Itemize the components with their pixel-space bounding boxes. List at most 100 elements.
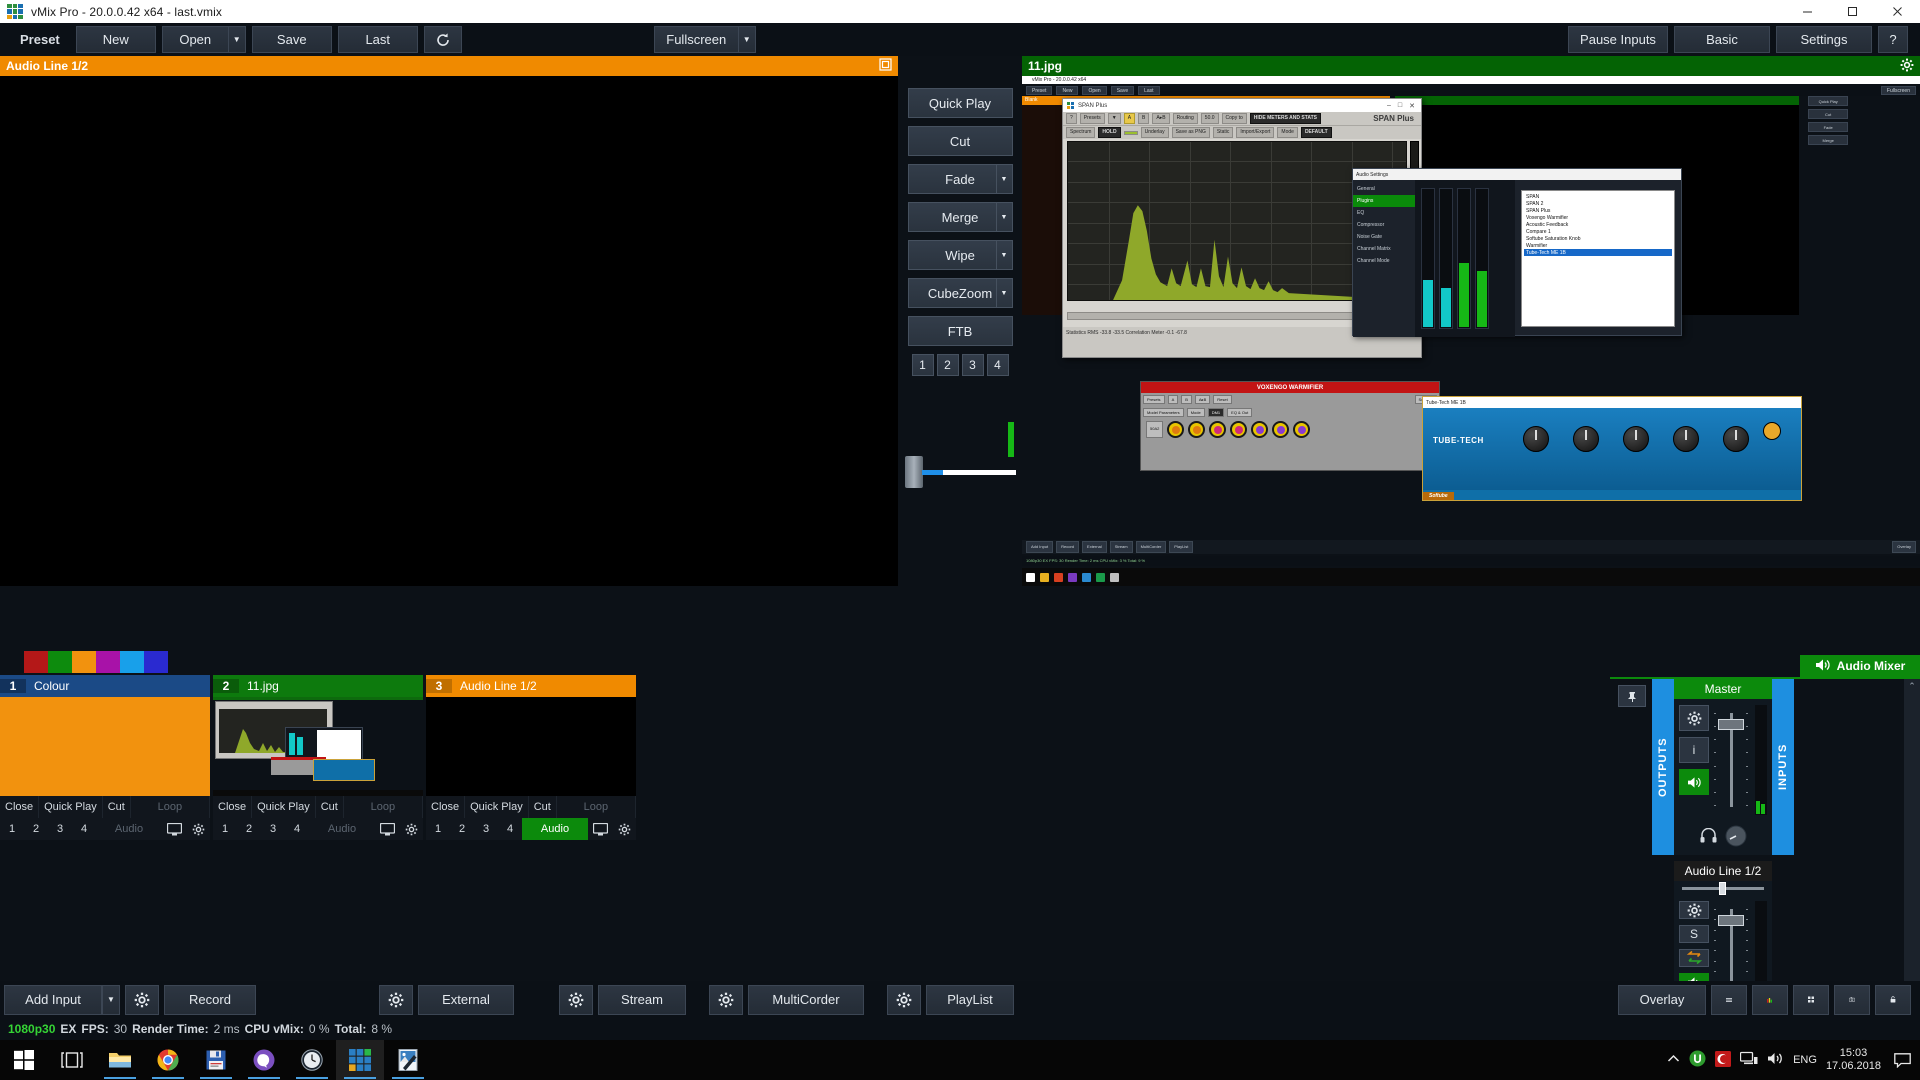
input-3-settings-icon[interactable] <box>612 818 636 840</box>
input-3-quick-play[interactable]: Quick Play <box>465 796 529 818</box>
swatch-navy[interactable] <box>144 651 168 673</box>
add-input-button[interactable]: Add Input <box>4 984 102 1015</box>
close-icon[interactable] <box>1875 0 1920 23</box>
list-icon[interactable] <box>1711 984 1747 1015</box>
input-2-quick-play[interactable]: Quick Play <box>252 796 316 818</box>
fullscreen-button[interactable]: Fullscreen <box>653 26 738 53</box>
program-video[interactable]: vMix Pro - 20.0.0.42 x64 Preset New Open… <box>1022 76 1920 586</box>
audio-meter-icon[interactable] <box>1752 984 1788 1015</box>
action-center-icon[interactable] <box>1890 1040 1914 1080</box>
input-3-overlay-3[interactable]: 3 <box>474 818 498 840</box>
record-button[interactable]: Record <box>164 984 256 1015</box>
pause-inputs-button[interactable]: Pause Inputs <box>1568 26 1668 53</box>
lock-icon[interactable] <box>1875 984 1911 1015</box>
fullscreen-preview-icon[interactable] <box>879 58 892 74</box>
show-hidden-icon[interactable] <box>1667 1054 1680 1066</box>
input-2-overlay-4[interactable]: 4 <box>285 818 309 840</box>
record-settings-gear-icon[interactable] <box>125 984 159 1015</box>
fullscreen-dropdown-caret-icon[interactable]: ▼ <box>737 26 756 53</box>
input-1-loop[interactable]: Loop <box>131 796 210 818</box>
input-1-settings-icon[interactable] <box>186 818 210 840</box>
inputs-rail[interactable]: INPUTS <box>1772 679 1794 855</box>
camera-icon[interactable] <box>1834 984 1870 1015</box>
save-button[interactable]: Save <box>251 26 332 53</box>
language-indicator[interactable]: ENG <box>1793 1054 1817 1066</box>
input-3-close[interactable]: Close <box>426 796 466 818</box>
settings-button[interactable]: Settings <box>1776 26 1872 53</box>
maximize-icon[interactable] <box>1830 0 1875 23</box>
input-1-overlay-2[interactable]: 2 <box>24 818 48 840</box>
input-1-overlay-1[interactable]: 1 <box>0 818 24 840</box>
pin-icon[interactable] <box>1618 685 1646 707</box>
refresh-icon[interactable] <box>423 26 462 53</box>
volume-icon[interactable] <box>1767 1051 1784 1069</box>
transition-quick-play[interactable]: Quick Play <box>907 88 1013 118</box>
audio-mixer-header[interactable]: Audio Mixer <box>1800 655 1920 677</box>
taskbar-clock[interactable]: 15:03 17.06.2018 <box>1826 1047 1881 1073</box>
clock-app-icon[interactable] <box>288 1040 336 1080</box>
playlist-button[interactable]: PlayList <box>926 984 1014 1015</box>
channel-gear-icon[interactable] <box>1679 901 1709 919</box>
master-info-button[interactable]: i <box>1679 737 1709 763</box>
transition-ftb[interactable]: FTB <box>907 316 1013 346</box>
swatch-purple[interactable] <box>96 651 120 673</box>
pan-handle[interactable] <box>1718 881 1726 895</box>
network-icon[interactable] <box>1739 1051 1758 1069</box>
input-1-overlay-3[interactable]: 3 <box>48 818 72 840</box>
transition-cubezoom[interactable]: CubeZoom ▼ <box>907 278 1013 308</box>
transition-slot-3[interactable]: 3 <box>961 354 984 376</box>
input-3-audio-toggle[interactable]: Audio <box>522 818 588 840</box>
chrome-icon[interactable] <box>144 1040 192 1080</box>
master-gear-icon[interactable] <box>1679 705 1709 731</box>
chevron-down-icon[interactable]: ▼ <box>995 241 1012 269</box>
input-2-audio-toggle[interactable]: Audio <box>309 818 375 840</box>
gear-icon[interactable] <box>1900 58 1914 75</box>
minimize-icon[interactable] <box>1785 0 1830 23</box>
input-2-thumbnail[interactable] <box>213 697 423 796</box>
input-3-cut[interactable]: Cut <box>529 796 557 818</box>
transition-slot-2[interactable]: 2 <box>936 354 959 376</box>
input-3-loop[interactable]: Loop <box>557 796 636 818</box>
basic-button[interactable]: Basic <box>1674 26 1770 53</box>
stream-settings-gear-icon[interactable] <box>559 984 593 1015</box>
input-card-2[interactable]: 2 11.jpg Close Quick Play Cut Loop 1 2 3… <box>213 675 423 850</box>
utorrent-icon[interactable] <box>1689 1050 1706 1070</box>
transition-fade[interactable]: Fade ▼ <box>907 164 1013 194</box>
transition-wipe[interactable]: Wipe ▼ <box>907 240 1013 270</box>
volume-knob[interactable] <box>1725 825 1747 852</box>
transition-merge[interactable]: Merge ▼ <box>907 202 1013 232</box>
input-1-display-icon[interactable] <box>162 818 186 840</box>
input-2-settings-icon[interactable] <box>399 818 423 840</box>
route-arrows-icon[interactable] <box>1679 949 1709 967</box>
chevron-down-icon[interactable]: ▼ <box>995 279 1012 307</box>
channel-pan-slider[interactable] <box>1674 881 1772 895</box>
open-button[interactable]: Open <box>161 26 228 53</box>
scroll-up-icon[interactable]: ⌃ <box>1908 681 1916 692</box>
chevron-down-icon[interactable]: ▼ <box>995 165 1012 193</box>
headphones-icon[interactable] <box>1700 827 1717 848</box>
input-2-overlay-1[interactable]: 1 <box>213 818 237 840</box>
channel-fader[interactable] <box>1714 901 1748 991</box>
playlist-settings-gear-icon[interactable] <box>887 984 921 1015</box>
t-bar-handle[interactable] <box>905 456 923 488</box>
input-2-close[interactable]: Close <box>213 796 253 818</box>
master-speaker-icon[interactable] <box>1679 769 1709 795</box>
windows-start-icon[interactable] <box>0 1040 48 1080</box>
input-1-cut[interactable]: Cut <box>103 796 131 818</box>
input-1-quick-play[interactable]: Quick Play <box>39 796 103 818</box>
viber-icon[interactable] <box>240 1040 288 1080</box>
transition-slot-4[interactable]: 4 <box>986 354 1009 376</box>
swatch-red[interactable] <box>24 651 48 673</box>
input-3-overlay-2[interactable]: 2 <box>450 818 474 840</box>
input-card-1[interactable]: 1 Colour Close Quick Play Cut Loop 1 2 3… <box>0 675 210 850</box>
external-button[interactable]: External <box>418 984 514 1015</box>
channel-solo-button[interactable]: S <box>1679 925 1709 943</box>
pan-track[interactable] <box>1682 881 1764 895</box>
add-input-caret-icon[interactable]: ▼ <box>102 984 120 1015</box>
external-settings-gear-icon[interactable] <box>379 984 413 1015</box>
input-1-overlay-4[interactable]: 4 <box>72 818 96 840</box>
input-2-overlay-3[interactable]: 3 <box>261 818 285 840</box>
last-button[interactable]: Last <box>337 26 418 53</box>
input-1-audio-toggle[interactable]: Audio <box>96 818 162 840</box>
open-dropdown-caret-icon[interactable]: ▼ <box>227 26 246 53</box>
